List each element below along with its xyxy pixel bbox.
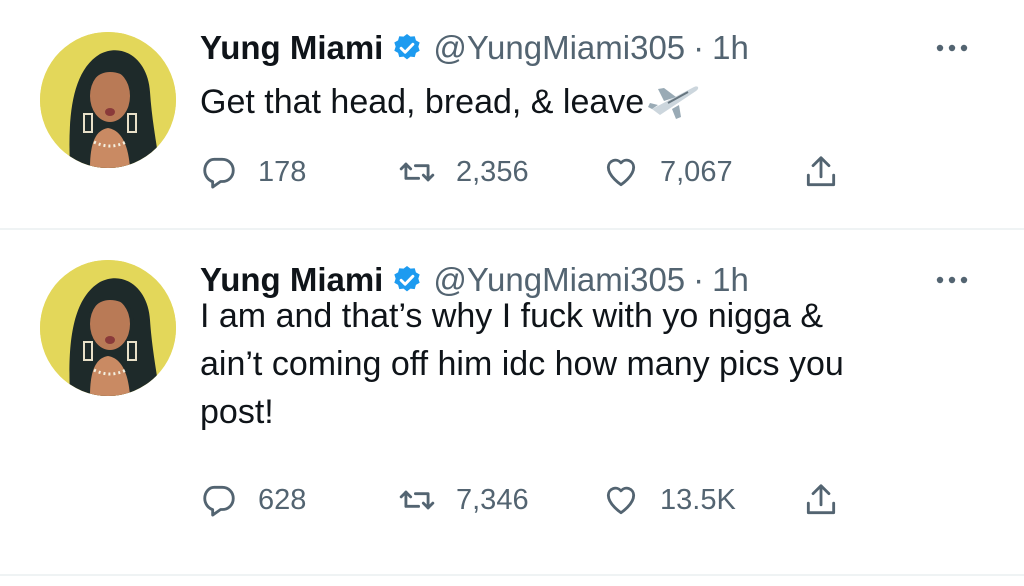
more-dots-icon[interactable] xyxy=(932,38,972,58)
tweet-actions: 178 2,356 7,067 xyxy=(200,150,900,194)
like-count: 13.5K xyxy=(660,483,736,516)
separator-dot: · xyxy=(693,29,705,66)
reply-count: 628 xyxy=(258,483,307,516)
avatar[interactable] xyxy=(40,260,176,396)
like-button[interactable]: 13.5K xyxy=(602,478,736,522)
tweet-header: Yung Miami @YungMiami305 · 1h xyxy=(200,26,749,70)
more-dots-icon[interactable] xyxy=(932,270,972,290)
heart-icon xyxy=(606,158,636,187)
user-handle[interactable]: @YungMiami305 xyxy=(433,29,685,67)
retweet-count: 2,356 xyxy=(456,155,529,188)
reply-icon xyxy=(203,157,235,189)
share-icon xyxy=(806,484,836,515)
display-name[interactable]: Yung Miami xyxy=(200,29,383,67)
retweet-icon xyxy=(399,162,435,182)
heart-icon xyxy=(606,486,636,515)
reply-icon xyxy=(203,485,235,517)
divider xyxy=(0,574,1024,576)
tweet-text: I am and that’s why I fuck with yo nigga… xyxy=(200,297,844,431)
timestamp[interactable]: 1h xyxy=(712,29,749,67)
tweet-text-content: Get that head, bread, & leave xyxy=(200,83,645,121)
reply-button[interactable]: 628 xyxy=(200,478,306,522)
like-count: 7,067 xyxy=(660,155,733,188)
retweet-count: 7,346 xyxy=(456,483,529,516)
tweet-feed: Yung Miami @YungMiami305 · 1h Get that h… xyxy=(0,0,1024,586)
reply-button[interactable]: 178 xyxy=(200,150,306,194)
share-button[interactable] xyxy=(802,478,840,522)
airplane-emoji xyxy=(648,86,699,119)
tweet-text: Get that head, bread, & leave xyxy=(200,78,980,126)
share-button[interactable] xyxy=(802,150,840,194)
avatar[interactable] xyxy=(40,32,176,168)
retweet-button[interactable]: 7,346 xyxy=(398,478,529,522)
tweet[interactable]: Yung Miami @YungMiami305 · 1h Get that h… xyxy=(0,0,1024,229)
verified-badge-icon xyxy=(394,34,421,60)
tweet-actions: 628 7,346 13.5K xyxy=(200,478,900,522)
tweet[interactable]: Yung Miami @YungMiami305 · 1h I am and t… xyxy=(0,230,1024,575)
share-icon xyxy=(806,156,836,187)
retweet-icon xyxy=(399,490,435,510)
reply-count: 178 xyxy=(258,155,307,188)
like-button[interactable]: 7,067 xyxy=(602,150,733,194)
retweet-button[interactable]: 2,356 xyxy=(398,150,529,194)
